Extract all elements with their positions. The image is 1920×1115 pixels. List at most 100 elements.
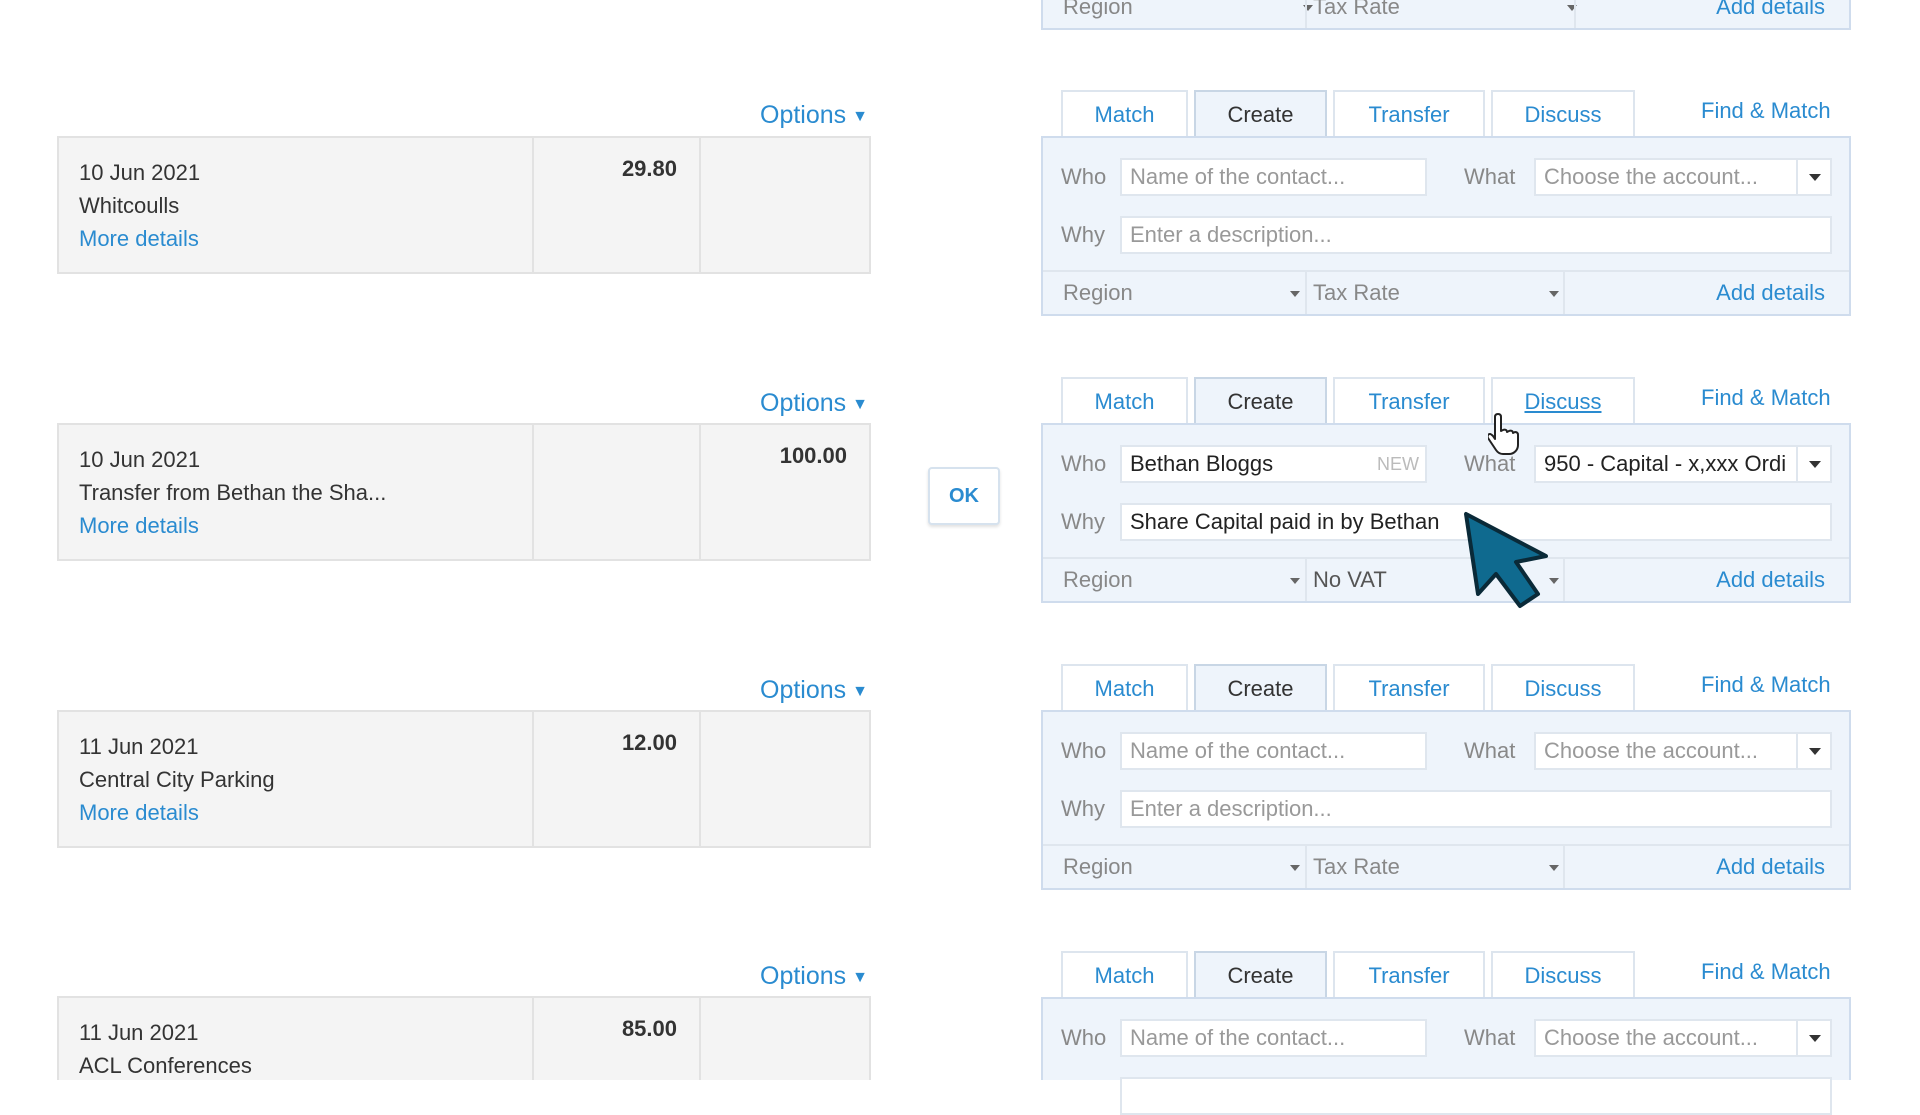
options-label: Options <box>760 389 847 417</box>
add-details-link[interactable]: Add details <box>1716 0 1825 20</box>
options-label: Options <box>760 962 847 990</box>
tab-match[interactable]: Match <box>1061 664 1188 710</box>
panel-footer: Region Tax Rate Add details <box>1043 0 1849 28</box>
tab-match[interactable]: Match <box>1061 90 1188 136</box>
who-label: Who <box>1061 451 1107 476</box>
divider <box>1563 272 1565 314</box>
why-input[interactable] <box>1120 1077 1832 1115</box>
find-match-link[interactable]: Find & Match <box>1701 959 1831 985</box>
find-match-link[interactable]: Find & Match <box>1701 672 1831 698</box>
region-select[interactable]: Region <box>1063 280 1133 306</box>
who-input[interactable]: Name of the contact... <box>1120 158 1427 196</box>
spent-amount: 29.80 <box>621 156 677 181</box>
statement-date: 11 Jun 2021 <box>79 1020 199 1045</box>
caret-down-icon: ▼ <box>852 396 869 413</box>
chevron-down-icon <box>1290 578 1300 584</box>
spent-amount: 85.00 <box>621 1016 677 1041</box>
divider <box>1574 0 1576 28</box>
options-menu[interactable]: Options ▼ <box>760 389 868 418</box>
tax-rate-select[interactable]: Tax Rate <box>1313 0 1400 20</box>
panel-footer: Region No VAT Add details <box>1043 557 1849 601</box>
statement-details: 11 Jun 2021 ACL Conferences <box>59 998 534 1080</box>
what-select[interactable]: Choose the account... <box>1534 732 1832 770</box>
chevron-down-icon <box>1549 865 1559 871</box>
tax-rate-select[interactable]: No VAT <box>1313 567 1387 593</box>
divider <box>1305 846 1307 888</box>
received-column <box>701 138 869 272</box>
dropdown-arrow-icon[interactable] <box>1796 447 1830 481</box>
what-value: 950 - Capital - x,xxx Ordi <box>1544 451 1787 476</box>
tax-rate-select[interactable]: Tax Rate <box>1313 280 1400 306</box>
what-placeholder: Choose the account... <box>1544 738 1759 763</box>
received-column <box>701 712 869 846</box>
statement-payee: ACL Conferences <box>79 1053 252 1078</box>
what-select[interactable]: Choose the account... <box>1534 158 1832 196</box>
hand-pointer-icon <box>1488 413 1519 455</box>
region-select[interactable]: Region <box>1063 0 1133 20</box>
dropdown-arrow-icon[interactable] <box>1796 160 1830 194</box>
tab-create[interactable]: Create <box>1194 377 1327 423</box>
tax-rate-select[interactable]: Tax Rate <box>1313 854 1400 880</box>
who-input[interactable]: Name of the contact... <box>1120 1019 1427 1057</box>
dropdown-arrow-icon[interactable] <box>1796 734 1830 768</box>
dropdown-arrow-icon[interactable] <box>1796 1021 1830 1055</box>
options-menu[interactable]: Options ▼ <box>760 962 868 991</box>
statement-date: 10 Jun 2021 <box>79 160 201 185</box>
options-label: Options <box>760 676 847 704</box>
tab-create[interactable]: Create <box>1194 664 1327 710</box>
statement-details: 11 Jun 2021 Central City Parking More de… <box>59 712 534 846</box>
reconcile-panel-partial: Region Tax Rate Add details <box>1041 0 1851 30</box>
why-input[interactable]: Enter a description... <box>1120 216 1832 254</box>
add-details-link[interactable]: Add details <box>1716 854 1825 880</box>
tab-create[interactable]: Create <box>1194 951 1327 997</box>
caret-down-icon: ▼ <box>852 108 869 125</box>
tab-match[interactable]: Match <box>1061 377 1188 423</box>
ok-button[interactable]: OK <box>928 467 1000 525</box>
statement-line: 11 Jun 2021 Central City Parking More de… <box>57 710 871 848</box>
divider <box>1305 559 1307 601</box>
who-input[interactable]: Name of the contact... <box>1120 732 1427 770</box>
divider <box>1563 846 1565 888</box>
what-placeholder: Choose the account... <box>1544 1025 1759 1050</box>
why-label: Why <box>1061 222 1105 247</box>
why-input[interactable]: Enter a description... <box>1120 790 1832 828</box>
who-input[interactable]: Bethan Bloggs NEW <box>1120 445 1427 483</box>
tab-match[interactable]: Match <box>1061 951 1188 997</box>
tab-discuss[interactable]: Discuss <box>1491 90 1635 136</box>
tab-create[interactable]: Create <box>1194 90 1327 136</box>
options-menu[interactable]: Options ▼ <box>760 101 868 130</box>
find-match-link[interactable]: Find & Match <box>1701 385 1831 411</box>
options-menu[interactable]: Options ▼ <box>760 676 868 705</box>
what-select[interactable]: 950 - Capital - x,xxx Ordi <box>1534 445 1832 483</box>
statement-line: 10 Jun 2021 Transfer from Bethan the Sha… <box>57 423 871 561</box>
tab-discuss[interactable]: Discuss <box>1491 951 1635 997</box>
what-select[interactable]: Choose the account... <box>1534 1019 1832 1057</box>
tab-transfer[interactable]: Transfer <box>1333 664 1485 710</box>
options-label: Options <box>760 101 847 129</box>
reconcile-panel: Who Bethan Bloggs NEW What 950 - Capital… <box>1041 423 1851 603</box>
spent-column: 12.00 <box>534 712 701 846</box>
add-details-link[interactable]: Add details <box>1716 567 1825 593</box>
who-label: Who <box>1061 1025 1107 1050</box>
divider <box>1305 0 1307 28</box>
who-label: Who <box>1061 738 1107 763</box>
more-details-link[interactable]: More details <box>79 513 199 539</box>
what-placeholder: Choose the account... <box>1544 164 1759 189</box>
chevron-down-icon <box>1290 291 1300 297</box>
region-select[interactable]: Region <box>1063 854 1133 880</box>
find-match-link[interactable]: Find & Match <box>1701 98 1831 124</box>
more-details-link[interactable]: More details <box>79 226 199 252</box>
statement-details: 10 Jun 2021 Whitcoulls More details <box>59 138 534 272</box>
tab-discuss[interactable]: Discuss <box>1491 664 1635 710</box>
tab-transfer[interactable]: Transfer <box>1333 90 1485 136</box>
tab-transfer[interactable]: Transfer <box>1333 951 1485 997</box>
caret-down-icon: ▼ <box>852 683 869 700</box>
spent-column: 85.00 <box>534 998 701 1080</box>
new-contact-badge: NEW <box>1377 454 1419 474</box>
add-details-link[interactable]: Add details <box>1716 280 1825 306</box>
reconcile-panel: Who Name of the contact... What Choose t… <box>1041 710 1851 890</box>
tab-transfer[interactable]: Transfer <box>1333 377 1485 423</box>
statement-payee: Whitcoulls <box>79 193 180 218</box>
region-select[interactable]: Region <box>1063 567 1133 593</box>
more-details-link[interactable]: More details <box>79 800 199 826</box>
